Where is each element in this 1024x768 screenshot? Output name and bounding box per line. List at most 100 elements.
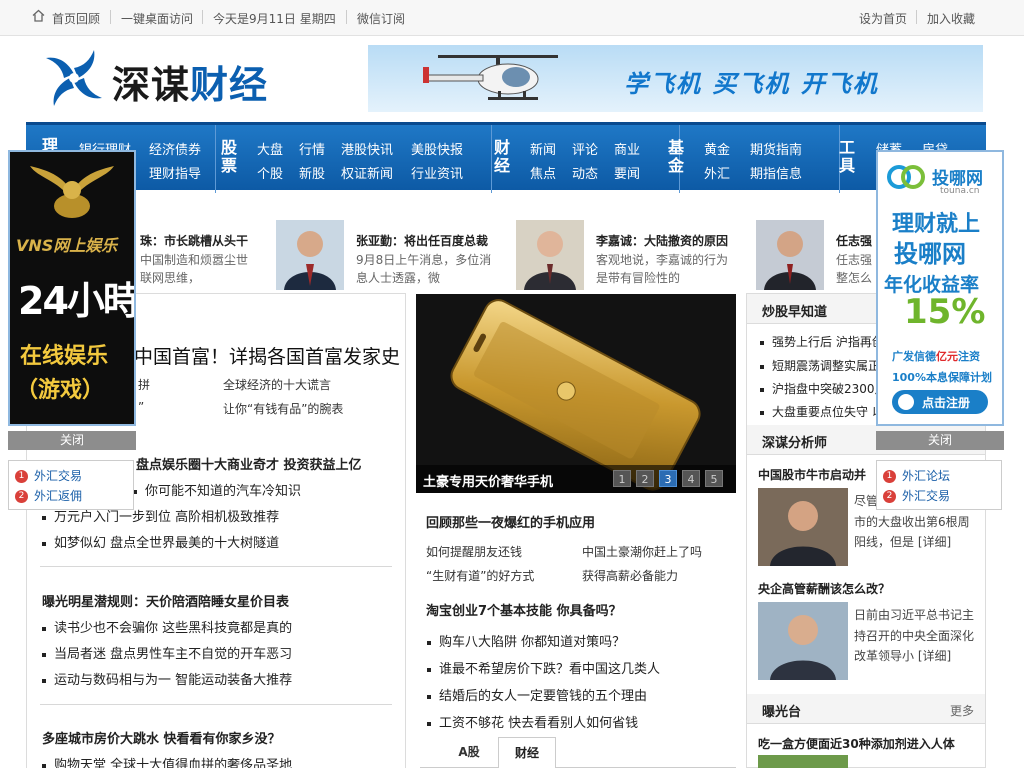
list-item[interactable]: 强势上行后 沪指再创 bbox=[760, 333, 884, 350]
site-logo-text[interactable]: 深谋财经 bbox=[112, 54, 268, 109]
exposure-headline[interactable]: 吃一盒方便面近30种添加剂进入人体 bbox=[758, 735, 955, 752]
list-item[interactable]: 大盘重要点位失守 以 bbox=[760, 403, 884, 420]
exposure-photo[interactable] bbox=[758, 755, 848, 768]
add-favorite-link[interactable]: 加入收藏 bbox=[927, 10, 975, 27]
home-icon[interactable] bbox=[32, 9, 45, 22]
helicopter-banner-ad[interactable]: 学飞机 买飞机 开飞机 bbox=[368, 45, 983, 112]
news-link[interactable]: 让你“有钱有品”的腕表 bbox=[223, 400, 343, 417]
news-link[interactable]: ” bbox=[138, 400, 144, 414]
nav-category-caijing[interactable]: 财经 bbox=[493, 139, 511, 175]
list-item[interactable]: 读书少也不会骗你 这些黑科技竟都是真的 bbox=[42, 617, 292, 636]
list-item[interactable]: 你可能不知道的汽车冷知识 bbox=[133, 480, 301, 499]
nav-link-industry-news[interactable]: 行业资讯 bbox=[411, 163, 463, 182]
left-floating-ad[interactable]: VNS网上娱乐 24小時 在线娱乐 （游戏） bbox=[8, 150, 136, 426]
nav-link-gold[interactable]: 黄金 bbox=[704, 139, 730, 158]
section-title[interactable]: 曝光明星潜规则：天价陪酒陪睡女星价目表 bbox=[42, 591, 289, 610]
nav-link-gegu[interactable]: 个股 bbox=[257, 163, 283, 182]
right-ad-register-button[interactable]: 点击注册 bbox=[892, 390, 988, 414]
right-float-link-2[interactable]: 2 外汇交易 bbox=[883, 487, 950, 504]
analyst-photo[interactable] bbox=[758, 488, 848, 566]
nav-category-gongju[interactable]: 工具 bbox=[838, 139, 856, 175]
list-item[interactable]: 工资不够花 快去看看别人如何省钱 bbox=[427, 712, 638, 731]
slide-page-2[interactable]: 2 bbox=[636, 470, 654, 487]
section-title[interactable]: 回顾那些一夜爆红的手机应用 bbox=[426, 512, 595, 531]
person-photo[interactable] bbox=[756, 220, 824, 290]
panel-title[interactable]: 炒股早知道 bbox=[762, 301, 827, 320]
tab-a-shares[interactable]: A股 bbox=[440, 737, 498, 768]
nav-link-us-stocks[interactable]: 美股快报 bbox=[411, 139, 463, 158]
nav-link-xinwen[interactable]: 新闻 bbox=[530, 139, 556, 158]
nav-link-warrant-news[interactable]: 权证新闻 bbox=[341, 163, 393, 182]
nav-link-forex[interactable]: 外汇 bbox=[704, 163, 730, 182]
tab-caijing[interactable]: 财经 bbox=[498, 737, 556, 768]
list-item[interactable]: 短期震荡调整实属正 bbox=[760, 357, 880, 374]
slide-page-4[interactable]: 4 bbox=[682, 470, 700, 487]
nav-link-index-futures[interactable]: 期指信息 bbox=[750, 163, 802, 182]
person-headline[interactable]: 珠：市长跳槽从头干 bbox=[140, 232, 248, 249]
main-headline[interactable]: 中国首富！详揭各国首富发家史 bbox=[134, 342, 400, 369]
set-home-link[interactable]: 设为首页 bbox=[859, 10, 907, 27]
more-link[interactable]: 更多 bbox=[950, 702, 974, 719]
weixin-subscribe-link[interactable]: 微信订阅 bbox=[357, 10, 405, 27]
list-item[interactable]: 谁最不希望房价下跌？看中国这几类人 bbox=[427, 658, 660, 677]
list-item[interactable]: 运动与数码相与为一 智能运动装备大推荐 bbox=[42, 669, 292, 688]
news-link[interactable]: 拼 bbox=[138, 376, 150, 393]
left-ad-close-button[interactable]: 关闭 bbox=[8, 431, 136, 450]
logo-icon[interactable] bbox=[40, 44, 108, 112]
nav-link-yaowen[interactable]: 要闻 bbox=[614, 163, 640, 182]
nav-link-dapan[interactable]: 大盘 bbox=[257, 139, 283, 158]
list-item[interactable]: 购物天堂 全球十大值得血拼的奢侈品圣地 bbox=[42, 754, 292, 768]
person-headline[interactable]: 张亚勤：将出任百度总裁 bbox=[356, 232, 488, 249]
news-link[interactable]: 获得高薪必备能力 bbox=[582, 567, 678, 584]
nav-link-xingu[interactable]: 新股 bbox=[299, 163, 325, 182]
nav-link-licai-guide[interactable]: 理财指导 bbox=[149, 163, 201, 182]
panel-title[interactable]: 曝光台 bbox=[762, 701, 801, 720]
list-item[interactable]: 当局者迷 盘点男性车主不自觉的开车恶习 bbox=[42, 643, 292, 662]
nav-link-pinglun[interactable]: 评论 bbox=[572, 139, 598, 158]
news-link[interactable]: 如何提醒朋友还钱 bbox=[426, 543, 522, 560]
analyst-desc[interactable]: 改革领导小 [详细] bbox=[854, 647, 951, 664]
left-float-link-2[interactable]: 2 外汇返佣 bbox=[15, 487, 82, 504]
slide-page-5[interactable]: 5 bbox=[705, 470, 723, 487]
section-title[interactable]: 盘点娱乐圈十大商业奇才 投资获益上亿 bbox=[136, 454, 362, 473]
person-headline[interactable]: 李嘉诚：大陆撤资的原因 bbox=[596, 232, 728, 249]
nav-category-jijin[interactable]: 基金 bbox=[667, 139, 685, 175]
left-ad-line3: （游戏） bbox=[16, 378, 105, 403]
nav-link-futures-guide[interactable]: 期货指南 bbox=[750, 139, 802, 158]
desktop-shortcut-link[interactable]: 一键桌面访问 bbox=[121, 10, 193, 27]
nav-link-shangye[interactable]: 商业 bbox=[614, 139, 640, 158]
right-float-link-1[interactable]: 1 外汇论坛 bbox=[883, 467, 950, 484]
home-review-link[interactable]: 首页回顾 bbox=[52, 10, 100, 27]
list-item[interactable]: 沪指盘中突破2300点 bbox=[760, 380, 887, 397]
left-float-link-1[interactable]: 1 外汇交易 bbox=[15, 467, 82, 484]
person-headline[interactable]: 任志强 bbox=[836, 232, 872, 249]
person-desc: 中国制造和烦嚣尘世 bbox=[140, 253, 249, 267]
person-photo[interactable] bbox=[276, 220, 344, 290]
nav-link-bond[interactable]: 经济债券 bbox=[149, 139, 201, 158]
news-link[interactable]: 全球经济的十大谎言 bbox=[223, 376, 331, 393]
analyst-photo[interactable] bbox=[758, 602, 848, 680]
section-title[interactable]: 多座城市房价大跳水 快看看有你家乡没？ bbox=[42, 728, 281, 747]
panel-title[interactable]: 深谋分析师 bbox=[762, 432, 827, 451]
nav-link-jiaodian[interactable]: 焦点 bbox=[530, 163, 556, 182]
list-item[interactable]: 结婚后的女人一定要管钱的五个理由 bbox=[427, 685, 647, 704]
person-photo[interactable] bbox=[516, 220, 584, 290]
right-ad-close-button[interactable]: 关闭 bbox=[876, 431, 1004, 450]
slide-page-1[interactable]: 1 bbox=[613, 470, 631, 487]
news-link[interactable]: “生财有道”的好方式 bbox=[426, 567, 534, 584]
list-item[interactable]: 购车八大陷阱 你都知道对策吗？ bbox=[427, 631, 625, 650]
analyst-desc[interactable]: 阳线，但是 [详细] bbox=[854, 533, 951, 550]
section-title[interactable]: 淘宝创业7个基本技能 你具备吗？ bbox=[426, 600, 622, 619]
slide-page-3[interactable]: 3 bbox=[659, 470, 677, 487]
nav-link-hangqing[interactable]: 行情 bbox=[299, 139, 325, 158]
nav-category-gupiao[interactable]: 股票 bbox=[220, 139, 238, 175]
news-link[interactable]: 中国土豪潮你赶上了吗 bbox=[582, 543, 702, 560]
slideshow-caption[interactable]: 土豪专用天价奢华手机 bbox=[423, 471, 553, 490]
nav-link-hk-stocks[interactable]: 港股快讯 bbox=[341, 139, 393, 158]
analyst-headline[interactable]: 中国股市牛市启动并 bbox=[758, 466, 866, 483]
list-item[interactable]: 如梦似幻 盘点全世界最美的十大树隧道 bbox=[42, 532, 279, 551]
right-floating-ad[interactable]: 投哪网 touna.cn 理财就上 投哪网 年化收益率 15% 广发信德亿元注资… bbox=[876, 150, 1004, 426]
nav-link-dongtai[interactable]: 动态 bbox=[572, 163, 598, 182]
featured-slideshow[interactable]: 土豪专用天价奢华手机 1 2 3 4 5 bbox=[416, 294, 736, 493]
analyst-headline[interactable]: 央企高管薪酬该怎么改？ bbox=[758, 580, 890, 597]
